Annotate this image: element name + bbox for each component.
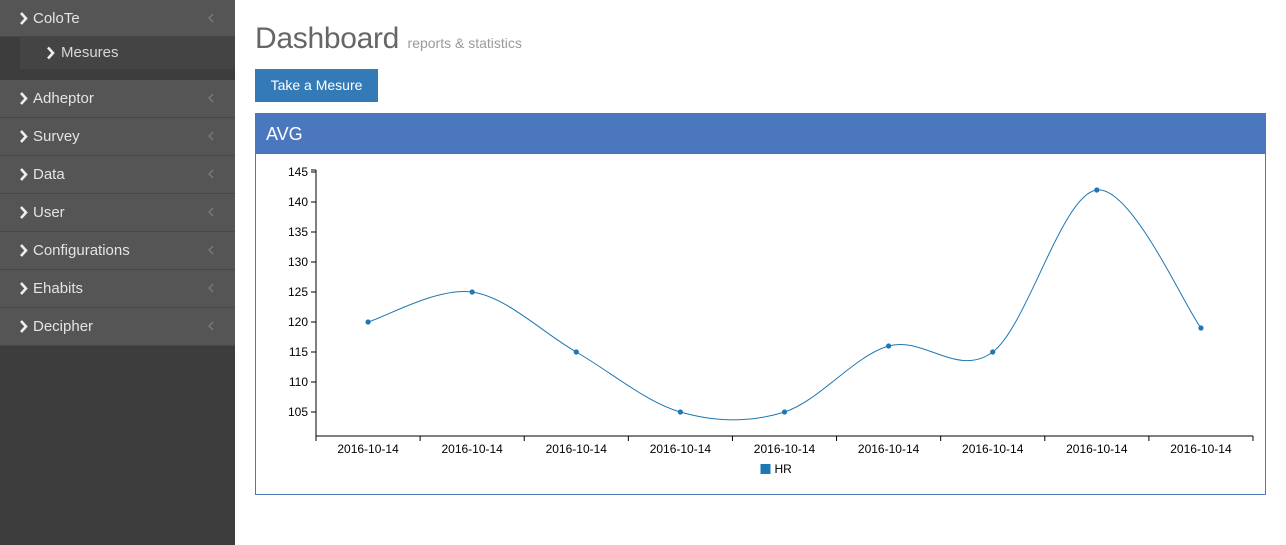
y-tick-label: 120 [288,315,308,329]
y-tick-label: 105 [288,405,308,419]
data-point [1094,187,1100,193]
y-tick-label: 140 [288,195,308,209]
sidebar-subitem-label: Mesures [61,44,119,61]
main-content: Dashboard reports & statistics Take a Me… [255,0,1266,545]
sidebar: ColoTe Mesures Adheptor Survey Data User… [0,0,235,545]
legend-label: HR [775,462,793,476]
sidebar-item-label: Adheptor [33,90,94,107]
avg-panel: AVG 105 110 115 120 125 130 135 140 145 2016-10-1… [255,113,1266,495]
data-point [365,319,371,325]
x-tick-label: 2016-10-14 [1066,442,1128,456]
sidebar-item-data[interactable]: Data [0,156,235,194]
hr-line-chart: 105 110 115 120 125 130 135 140 145 2016-10-14 201… [288,165,1254,476]
data-point [677,409,683,415]
y-tick-label: 135 [288,225,308,239]
page-title: Dashboard [255,22,400,55]
panel-title: AVG [256,114,1265,154]
sidebar-item-ehabits[interactable]: Ehabits [0,270,235,308]
sidebar-item-label: Data [33,166,65,183]
submenu-divider [0,69,235,80]
x-tick-label: 2016-10-14 [1170,442,1232,456]
chevron-right-icon [47,46,55,60]
chevron-right-icon [20,92,28,105]
sidebar-item-label: User [33,204,65,221]
chevron-left-icon [208,207,214,217]
x-tick-label: 2016-10-14 [441,442,503,456]
y-tick-label: 145 [288,165,308,179]
x-tick-label: 2016-10-14 [858,442,920,456]
submenu-colote: Mesures [20,37,235,69]
y-tick-label: 115 [289,345,308,359]
legend-swatch [760,464,771,474]
sidebar-item-label: Ehabits [33,280,84,297]
x-tick-label: 2016-10-14 [337,442,399,456]
chevron-right-icon [20,282,28,295]
data-point [469,289,475,295]
chevron-left-icon [208,169,214,179]
chevron-left-icon [208,13,214,23]
chevron-left-icon [208,321,214,331]
chevron-left-icon [208,283,214,293]
x-tick-label: 2016-10-14 [962,442,1024,456]
y-tick-label: 125 [288,285,308,299]
chevron-left-icon [208,245,214,255]
series-line-hr [367,189,1202,421]
chevron-left-icon [208,131,214,141]
chevron-right-icon [20,12,28,25]
sidebar-item-user[interactable]: User [0,194,235,232]
chevron-right-icon [20,168,28,181]
chevron-right-icon [20,320,28,333]
sidebar-item-configurations[interactable]: Configurations [0,232,235,270]
sidebar-item-label: ColoTe [33,10,80,27]
data-point [1198,325,1204,331]
sidebar-item-survey[interactable]: Survey [0,118,235,156]
sidebar-item-decipher[interactable]: Decipher [0,308,235,346]
take-measure-button[interactable]: Take a Mesure [255,69,378,102]
y-tick-label: 110 [289,375,308,389]
sidebar-item-label: Survey [33,128,80,145]
sidebar-item-adheptor[interactable]: Adheptor [0,80,235,118]
chevron-left-icon [208,93,214,103]
sidebar-item-colote[interactable]: ColoTe [0,0,235,37]
sidebar-subitem-mesures[interactable]: Mesures [20,37,235,69]
chevron-right-icon [20,206,28,219]
chevron-right-icon [20,130,28,143]
sidebar-item-label: Decipher [33,318,94,335]
y-tick-label: 130 [288,255,308,269]
x-tick-label: 2016-10-14 [546,442,608,456]
data-point [573,349,579,355]
chevron-right-icon [20,244,28,257]
data-point [990,349,996,355]
sidebar-item-label: Configurations [33,242,130,259]
x-tick-label: 2016-10-14 [650,442,712,456]
page-header: Dashboard reports & statistics [255,22,522,56]
page-subtitle: reports & statistics [407,35,522,51]
x-tick-label: 2016-10-14 [754,442,816,456]
data-point [886,343,892,349]
data-point [781,409,788,415]
